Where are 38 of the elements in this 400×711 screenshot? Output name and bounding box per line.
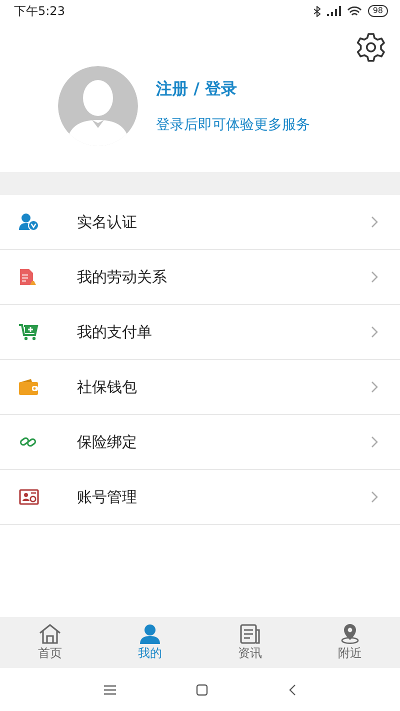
menu-icon[interactable] (104, 684, 116, 694)
id-card-icon (19, 489, 39, 505)
back-icon[interactable] (288, 684, 296, 696)
login-link[interactable]: 注册 / 登录 (156, 78, 310, 100)
menu-item[interactable]: 实名认证 (0, 195, 400, 250)
news-icon (240, 624, 260, 644)
menu-item[interactable]: 我的劳动关系 (0, 250, 400, 305)
tab[interactable]: 首页 (0, 617, 100, 668)
battery-level: 98 (368, 5, 388, 17)
person-icon (140, 624, 160, 644)
wallet-icon (19, 379, 39, 395)
menu-item[interactable]: 保险绑定 (0, 415, 400, 470)
login-hint: 登录后即可体验更多服务 (156, 116, 310, 134)
bluetooth-icon (314, 6, 321, 16)
tab[interactable]: 我的 (100, 617, 200, 668)
location-pin-icon (340, 624, 360, 644)
menu-item[interactable]: 社保钱包 (0, 360, 400, 415)
document-icon (19, 268, 37, 286)
cart-icon (19, 323, 39, 341)
verified-user-icon (19, 213, 39, 231)
home-square-icon[interactable] (196, 684, 208, 696)
chevron-right-icon (371, 491, 378, 503)
settings-icon[interactable] (356, 32, 386, 62)
link-icon (19, 435, 37, 449)
home-icon (39, 624, 61, 644)
menu-item[interactable]: 我的支付单 (0, 305, 400, 360)
chevron-right-icon (371, 436, 378, 448)
chevron-right-icon (371, 326, 378, 338)
tab[interactable]: 资讯 (200, 617, 300, 668)
chevron-right-icon (371, 271, 378, 283)
tab[interactable]: 附近 (300, 617, 400, 668)
status-time: 下午5:23 (14, 2, 65, 20)
chevron-right-icon (371, 381, 378, 393)
chevron-right-icon (371, 216, 378, 228)
menu-item[interactable]: 账号管理 (0, 470, 400, 525)
signal-icon (326, 6, 341, 16)
wifi-icon (346, 6, 362, 16)
avatar-icon (58, 66, 138, 146)
